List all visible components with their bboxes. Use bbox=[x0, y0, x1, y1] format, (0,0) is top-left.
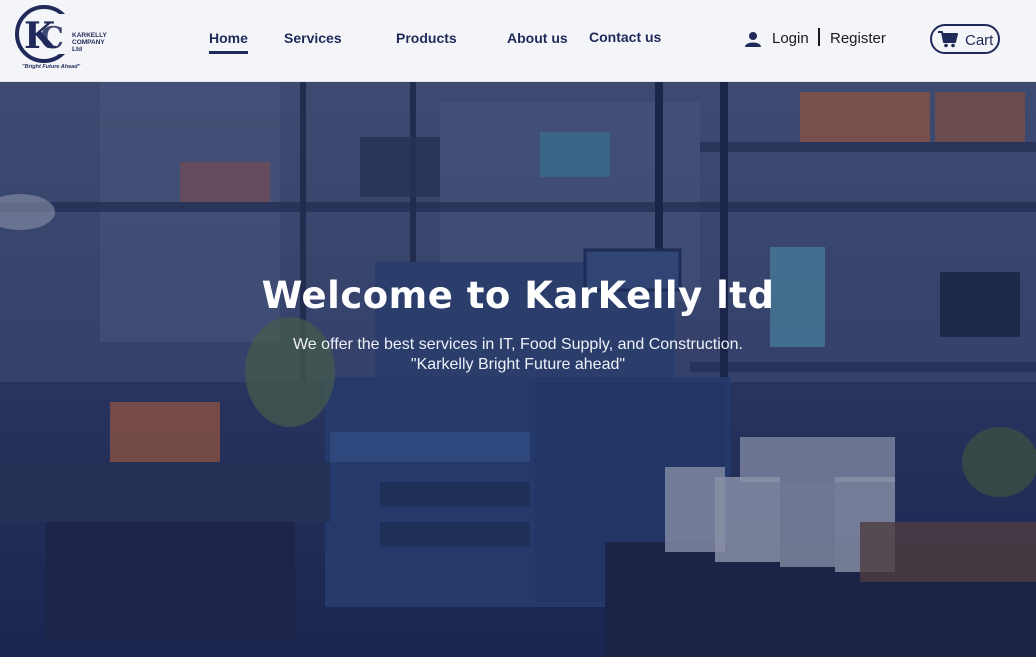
cart-label: Cart bbox=[965, 32, 994, 49]
hero-subtitle: We offer the best services in IT, Food S… bbox=[0, 335, 1036, 375]
shopping-cart-icon bbox=[938, 31, 958, 48]
nav-contact-us[interactable]: Contact us bbox=[589, 29, 661, 45]
hero-subtitle-line2: "Karkelly Bright Future ahead" bbox=[410, 356, 626, 373]
nav-home[interactable]: Home bbox=[209, 30, 248, 54]
nav-products[interactable]: Products bbox=[396, 30, 457, 46]
site-header: K C KARKELLY COMPANY Ltd "Bright Future … bbox=[0, 0, 1036, 82]
hero-banner: Welcome to KarKelly ltd We offer the bes… bbox=[0, 82, 1036, 657]
auth-divider bbox=[818, 28, 820, 46]
logo-company-name: KARKELLY COMPANY Ltd bbox=[72, 32, 107, 53]
cart-button[interactable]: Cart bbox=[930, 24, 1000, 54]
company-logo[interactable]: K C KARKELLY COMPANY Ltd "Bright Future … bbox=[14, 4, 114, 74]
user-icon bbox=[745, 32, 761, 47]
hero-subtitle-line1: We offer the best services in IT, Food S… bbox=[292, 336, 743, 353]
hero-title: Welcome to KarKelly ltd bbox=[261, 274, 775, 317]
register-link[interactable]: Register bbox=[830, 30, 886, 47]
nav-services[interactable]: Services bbox=[284, 30, 342, 46]
logo-tagline: "Bright Future Ahead" bbox=[22, 64, 81, 70]
nav-about-us[interactable]: About us bbox=[507, 30, 568, 46]
login-link[interactable]: Login bbox=[772, 30, 809, 47]
svg-text:C: C bbox=[40, 21, 64, 56]
